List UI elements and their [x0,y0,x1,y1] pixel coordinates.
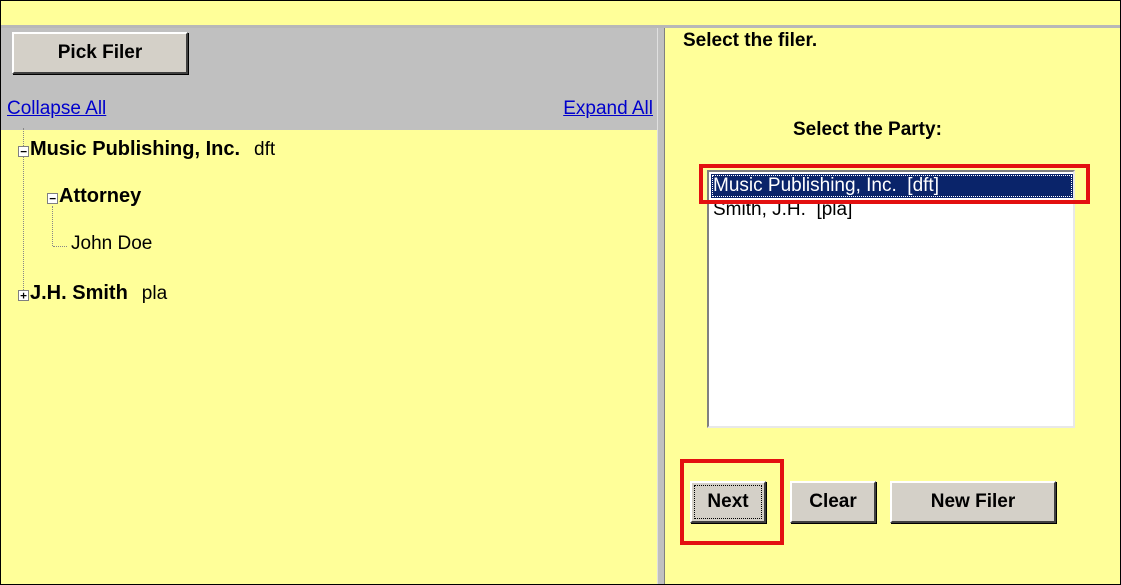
select-party-label: Select the Party: [793,119,942,140]
tree-node-party[interactable]: J.H. Smith pla [30,282,167,305]
collapse-toggle-icon[interactable]: − [47,193,58,204]
expand-toggle-icon[interactable]: + [18,290,29,301]
party-name: J.H. Smith [30,282,128,304]
party-tree: − Music Publishing, Inc. dft − Attorney J… [1,128,657,584]
party-name: Music Publishing, Inc. [30,138,241,160]
tree-node-party[interactable]: Music Publishing, Inc. dft [30,138,275,161]
pick-filer-button[interactable]: Pick Filer [12,32,188,74]
pane-splitter[interactable] [657,28,665,584]
tree-node-attorney[interactable]: John Doe [71,233,152,255]
expand-all-link[interactable]: Expand All [563,98,653,120]
party-listbox[interactable]: Music Publishing, Inc. [dft] Smith, J.H.… [707,170,1075,428]
tree-node-attorney-group[interactable]: Attorney [59,185,141,208]
clear-button[interactable]: Clear [790,481,876,523]
collapse-all-link[interactable]: Collapse All [7,98,106,120]
tree-connector-line [53,246,67,247]
select-filer-heading: Select the filer. [683,30,818,51]
party-role: pla [141,283,168,304]
new-filer-button[interactable]: New Filer [890,481,1056,523]
attorney-group-label: Attorney [59,185,142,207]
party-role: dft [254,139,276,160]
tree-links-row: Collapse All Expand All [1,96,657,130]
tree-connector-line [52,206,53,246]
left-toolbar: Pick Filer [1,28,657,96]
party-option[interactable]: Smith, J.H. [pla] [711,198,1073,222]
right-pane: Select the filer. Select the Party: Musi… [665,28,1120,584]
filer-selection-window: Pick Filer Collapse All Expand All − Mus… [0,0,1121,585]
top-strip [1,1,1120,25]
left-pane: Pick Filer Collapse All Expand All − Mus… [1,28,657,584]
party-option[interactable]: Music Publishing, Inc. [dft] [711,174,1073,198]
collapse-toggle-icon[interactable]: − [18,146,29,157]
next-button[interactable]: Next [690,481,766,523]
